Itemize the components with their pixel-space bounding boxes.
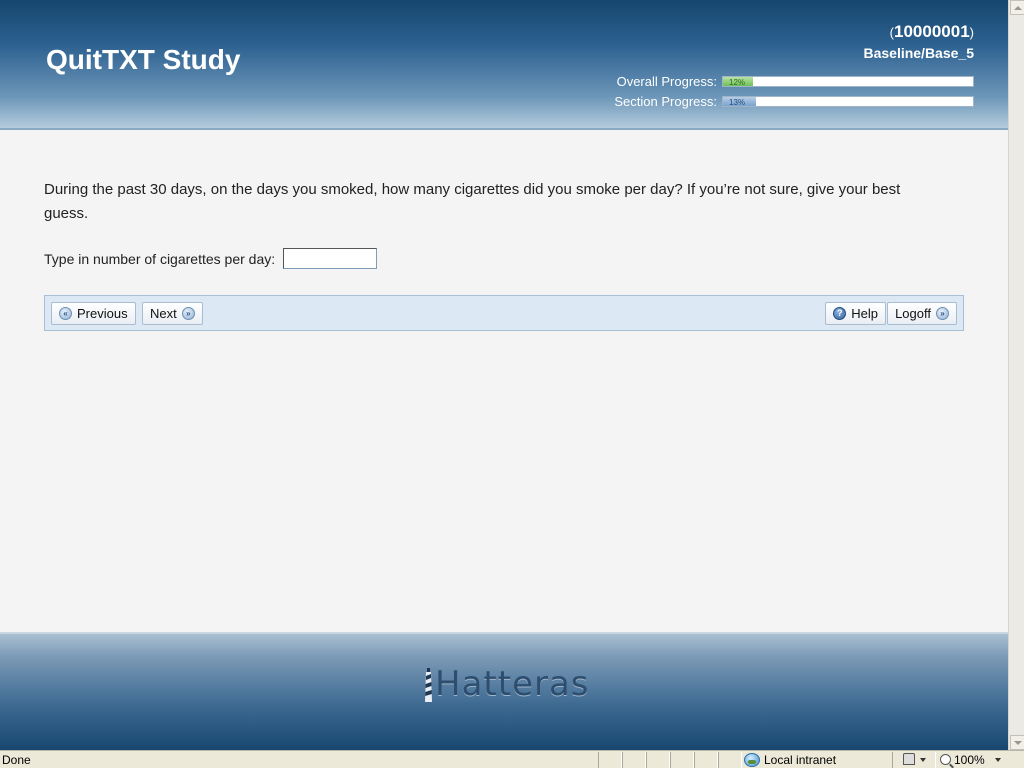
overall-progress-text: 12% <box>729 77 746 87</box>
page-header: QuitTXT Study (10000001) Baseline/Base_5… <box>0 0 1008 130</box>
next-button[interactable]: Next <box>142 302 203 325</box>
browser-viewport: QuitTXT Study (10000001) Baseline/Base_5… <box>0 0 1008 750</box>
section-progress-text: 13% <box>729 97 746 107</box>
status-text: Done <box>2 753 31 767</box>
lighthouse-icon <box>424 668 433 702</box>
chevron-down-icon[interactable] <box>920 758 926 762</box>
zoom-icon <box>940 754 951 765</box>
status-pane <box>670 752 694 768</box>
hatteras-logo: Hatteras <box>424 666 590 702</box>
previous-button[interactable]: Previous <box>51 302 136 325</box>
status-pane <box>718 752 742 768</box>
answer-row: Type in number of cigarettes per day: <box>44 248 378 269</box>
scroll-down-arrow[interactable] <box>1010 735 1024 750</box>
cigarettes-per-day-input[interactable] <box>283 248 378 269</box>
navigation-bar: Previous Next Help Logoff <box>44 295 964 331</box>
zoom-level: 100% <box>954 752 985 767</box>
chevron-right-double-icon <box>181 307 195 320</box>
status-pane <box>646 752 670 768</box>
next-button-label: Next <box>150 306 177 321</box>
previous-button-label: Previous <box>77 306 128 321</box>
zone-text: Local intranet <box>764 752 837 767</box>
help-button-label: Help <box>851 306 878 321</box>
vertical-scrollbar[interactable] <box>1008 0 1024 750</box>
section-name: Baseline/Base_5 <box>863 45 974 61</box>
section-progress-label: Section Progress: <box>614 93 717 109</box>
status-pane <box>598 752 622 768</box>
help-button[interactable]: Help <box>825 302 886 325</box>
intranet-globe-icon <box>744 752 760 767</box>
participant-id: (10000001) <box>890 22 974 42</box>
participant-id-value: 10000001 <box>894 22 970 41</box>
help-icon <box>833 307 847 320</box>
overall-progress: Overall Progress: 12% <box>616 73 974 89</box>
scroll-up-arrow[interactable] <box>1010 0 1024 15</box>
zoom-dropdown-icon[interactable] <box>995 758 1001 762</box>
question-text: During the past 30 days, on the days you… <box>44 181 901 222</box>
paren-close: ) <box>969 25 974 40</box>
page-footer: Hatteras <box>0 632 1008 750</box>
overall-progress-bar: 12% <box>722 75 974 87</box>
logoff-button[interactable]: Logoff <box>887 302 957 325</box>
footer-logo-text: Hatteras <box>435 664 590 704</box>
browser-status-bar: Done Local intranet 100% <box>0 750 1024 768</box>
logoff-arrow-icon <box>936 307 949 320</box>
study-title: QuitTXT Study <box>46 44 241 75</box>
security-zone[interactable]: Local intranet <box>742 751 892 768</box>
logoff-button-label: Logoff <box>895 306 931 321</box>
chevron-left-double-icon <box>59 307 72 320</box>
status-pane <box>694 752 718 768</box>
status-pane <box>622 752 646 768</box>
section-progress-bar: 13% <box>722 95 974 107</box>
zoom-control[interactable]: 100% <box>940 751 985 768</box>
section-progress: Section Progress: 13% <box>614 93 974 109</box>
cigarettes-input-label: Type in number of cigarettes per day: <box>44 250 276 267</box>
protected-mode-icon[interactable] <box>903 753 915 765</box>
overall-progress-label: Overall Progress: <box>616 73 717 89</box>
